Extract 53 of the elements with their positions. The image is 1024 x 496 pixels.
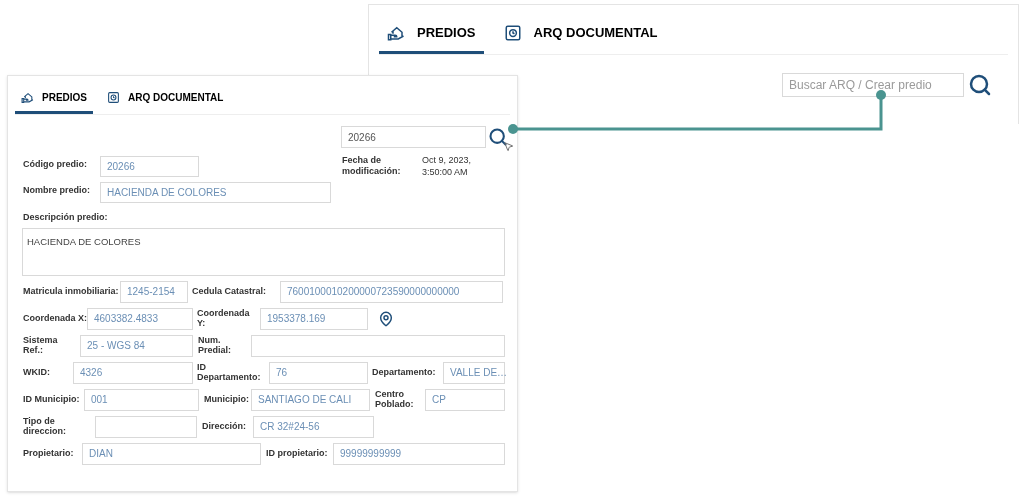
input-field[interactable]: HACIENDA DE COLORES xyxy=(100,182,331,203)
field-label: Num. Predial: xyxy=(198,335,232,356)
field-label: Propietario: xyxy=(23,448,75,459)
field-label: ID propietario: xyxy=(266,448,329,459)
input-field[interactable] xyxy=(95,415,197,438)
field-label: Sistema Ref.: xyxy=(23,335,59,356)
field-label: Dirección: xyxy=(202,421,247,432)
document-icon xyxy=(107,91,120,104)
input-field[interactable]: VALLE DE… xyxy=(443,361,505,384)
tab[interactable]: ARQ DOCUMENTAL xyxy=(495,23,666,54)
field-label: Centro Poblado: xyxy=(375,389,415,410)
tab[interactable]: ARQ DOCUMENTAL xyxy=(101,90,230,114)
input-field[interactable] xyxy=(251,334,505,357)
field-label: ID Municipio: xyxy=(23,394,81,405)
input-field[interactable]: 4326 xyxy=(73,361,193,384)
field-label: Descripción predio: xyxy=(23,211,109,224)
tab[interactable]: PREDIOS xyxy=(379,23,484,54)
cursor-icon xyxy=(503,141,514,152)
field-label: ID Departamento: xyxy=(197,362,262,383)
field-label: Nombre predio: xyxy=(23,184,91,197)
input-field[interactable]: 1245-2154 xyxy=(120,280,188,303)
input-field[interactable]: 4603382.4833 xyxy=(87,307,193,330)
field-label: Cedula Catastral: xyxy=(192,286,268,297)
field-label: Tipo de direccion: xyxy=(23,416,67,437)
input-field[interactable]: SANTIAGO DE CALI xyxy=(251,388,370,411)
field-label: Fecha de modificación: xyxy=(342,155,402,178)
field-label: WKID: xyxy=(23,367,51,378)
field-label: Matricula inmobiliaria: xyxy=(23,286,120,297)
input-field[interactable]: 7600100010200000723590000000000 xyxy=(280,280,503,303)
document-icon xyxy=(503,23,522,42)
field-label: Departamento: xyxy=(372,367,437,378)
field-label: Coordenada Y: xyxy=(197,308,251,329)
input-field[interactable]: 25 - WGS 84 xyxy=(80,334,193,357)
search-icon[interactable] xyxy=(488,127,508,147)
text-area[interactable]: HACIENDA DE COLORES xyxy=(22,227,505,276)
field-label: Municipio: xyxy=(204,394,250,405)
input-field[interactable]: 99999999999 xyxy=(333,442,505,465)
input-field[interactable]: DIAN xyxy=(82,442,261,465)
input-field[interactable]: 1953378.169 xyxy=(260,307,368,330)
date-value: Oct 9, 2023, 3:50:00 AM xyxy=(422,155,473,179)
input-field[interactable]: CP xyxy=(425,388,505,411)
map-pin-icon[interactable] xyxy=(378,310,394,327)
search-field[interactable]: Buscar ARQ / Crear predio xyxy=(782,72,964,97)
house-hand-icon xyxy=(21,91,34,104)
search-field[interactable]: 20266 xyxy=(341,126,486,148)
search-icon[interactable] xyxy=(968,72,992,97)
input-field[interactable]: 76 xyxy=(269,361,368,384)
input-field[interactable]: 20266 xyxy=(100,156,199,177)
input-field[interactable]: CR 32#24-56 xyxy=(253,415,374,438)
input-field[interactable]: 001 xyxy=(84,388,199,411)
field-label: Coordenada X: xyxy=(23,313,87,324)
field-label: Código predio: xyxy=(23,158,88,171)
tab[interactable]: PREDIOS xyxy=(15,90,93,114)
